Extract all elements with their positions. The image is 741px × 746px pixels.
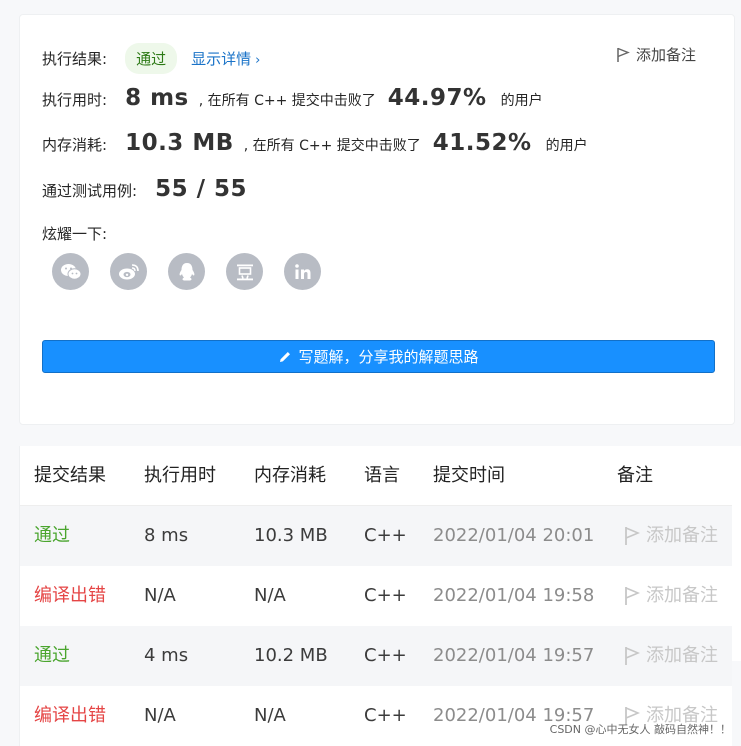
row-add-note-label: 添加备注 <box>646 645 718 666</box>
tests-row: 通过测试用例: 55 / 55 <box>42 176 247 202</box>
row-runtime: 4 ms <box>144 645 189 666</box>
row-result-link[interactable]: 编译出错 <box>34 566 106 626</box>
row-runtime: N/A <box>144 585 176 606</box>
row-language: C++ <box>364 585 407 606</box>
row-memory: N/A <box>254 585 286 606</box>
qq-icon[interactable] <box>168 253 205 290</box>
submission-table: 提交结果 执行用时 内存消耗 语言 提交时间 备注 通过 8 ms 10.3 M… <box>19 446 732 746</box>
runtime-label: 执行用时: <box>42 91 108 109</box>
row-add-note-button[interactable]: 添加备注 <box>624 626 718 686</box>
runtime-value: 8 ms <box>125 85 189 111</box>
header-runtime[interactable]: 执行用时 <box>144 446 216 506</box>
weibo-icon[interactable] <box>110 253 147 290</box>
wechat-icon[interactable] <box>52 253 89 290</box>
pencil-icon <box>280 351 291 362</box>
write-solution-label: 写题解，分享我的解题思路 <box>298 348 479 366</box>
row-add-note-button[interactable]: 添加备注 <box>624 566 718 626</box>
header-note: 备注 <box>617 465 653 486</box>
flag-icon <box>617 47 630 62</box>
row-language: C++ <box>364 525 407 546</box>
table-row: 编译出错 N/A N/A C++ 2022/01/04 19:58 添加备注 <box>20 566 732 626</box>
row-submit-time: 2022/01/04 19:57 <box>433 645 595 666</box>
flag-icon <box>625 647 640 665</box>
result-row: 执行结果: 通过 显示详情 › <box>42 43 260 74</box>
show-details-label: 显示详情 <box>191 50 252 68</box>
header-result[interactable]: 提交结果 <box>34 446 106 506</box>
row-runtime: N/A <box>144 705 176 726</box>
header-language[interactable]: 语言 <box>364 446 400 506</box>
row-submit-time: 2022/01/04 19:57 <box>433 705 595 726</box>
memory-percent: 41.52% <box>432 130 532 156</box>
header-memory[interactable]: 内存消耗 <box>254 446 326 506</box>
memory-row: 内存消耗: 10.3 MB , 在所有 C++ 提交中击败了 41.52% 的用… <box>42 130 588 156</box>
row-add-note-label: 添加备注 <box>646 705 718 726</box>
row-result-link[interactable]: 编译出错 <box>34 686 106 746</box>
share-label: 炫耀一下: <box>42 225 108 243</box>
row-result-link[interactable]: 通过 <box>34 626 70 686</box>
row-add-note-label: 添加备注 <box>646 585 718 606</box>
memory-value: 10.3 MB <box>125 130 234 156</box>
row-memory: N/A <box>254 705 286 726</box>
write-solution-button[interactable]: 写题解，分享我的解题思路 <box>42 340 715 373</box>
runtime-suffix: 的用户 <box>500 93 543 109</box>
memory-text: , 在所有 C++ 提交中击败了 <box>243 138 421 154</box>
flag-icon <box>625 527 640 545</box>
table-row: 编译出错 N/A N/A C++ 2022/01/04 19:57 添加备注 <box>20 686 732 746</box>
row-memory: 10.2 MB <box>254 645 328 666</box>
flag-icon <box>625 587 640 605</box>
chevron-right-icon: › <box>255 53 261 68</box>
share-icons <box>52 253 321 290</box>
row-submit-time: 2022/01/04 19:58 <box>433 585 595 606</box>
add-note-label: 添加备注 <box>635 46 696 64</box>
runtime-text: , 在所有 C++ 提交中击败了 <box>198 93 376 109</box>
douban-icon[interactable] <box>226 253 263 290</box>
tests-label: 通过测试用例: <box>42 182 138 200</box>
linkedin-icon[interactable] <box>284 253 321 290</box>
header-submit-time[interactable]: 提交时间 <box>433 446 505 506</box>
tests-value: 55 / 55 <box>155 176 247 202</box>
row-runtime: 8 ms <box>144 525 189 546</box>
row-add-note-label: 添加备注 <box>646 525 718 546</box>
table-row: 通过 8 ms 10.3 MB C++ 2022/01/04 20:01 添加备… <box>20 506 732 566</box>
runtime-row: 执行用时: 8 ms , 在所有 C++ 提交中击败了 44.97% 的用户 <box>42 85 543 111</box>
memory-suffix: 的用户 <box>545 138 588 154</box>
row-add-note-button[interactable]: 添加备注 <box>624 686 718 746</box>
row-memory: 10.3 MB <box>254 525 328 546</box>
share-row: 炫耀一下: <box>42 223 107 244</box>
row-result-link[interactable]: 通过 <box>34 506 70 566</box>
table-row: 通过 4 ms 10.2 MB C++ 2022/01/04 19:57 添加备… <box>20 626 732 686</box>
add-note-button[interactable]: 添加备注 <box>616 44 696 65</box>
status-badge: 通过 <box>125 43 178 74</box>
watermark: CSDN @心中无女人 敲码自然神！！ <box>549 723 731 736</box>
show-details-link[interactable]: 显示详情 › <box>191 48 260 69</box>
submission-result-card: 执行结果: 通过 显示详情 › 添加备注 执行用时: 8 ms , 在所有 C++… <box>19 14 735 425</box>
runtime-percent: 44.97% <box>387 85 487 111</box>
result-label: 执行结果: <box>42 50 108 68</box>
memory-label: 内存消耗: <box>42 136 108 154</box>
row-submit-time: 2022/01/04 20:01 <box>433 525 595 546</box>
row-language: C++ <box>364 645 407 666</box>
table-header: 提交结果 执行用时 内存消耗 语言 提交时间 备注 <box>20 446 732 506</box>
row-add-note-button[interactable]: 添加备注 <box>624 506 718 566</box>
row-language: C++ <box>364 705 407 726</box>
scroll-edge <box>732 446 741 661</box>
